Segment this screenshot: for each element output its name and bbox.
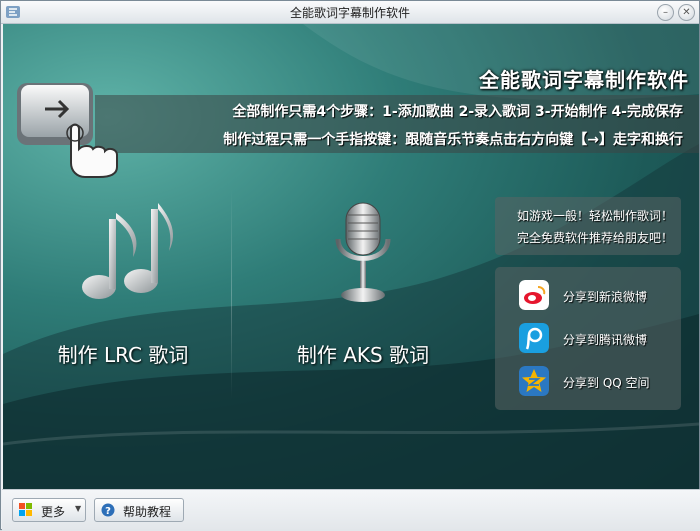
hint-text: 制作过程只需一个手指按键：跟随音乐节奏点击右方向键【→】走字和换行 (223, 132, 683, 148)
window-title: 全能歌词字幕制作软件 (289, 6, 410, 20)
microphone-icon (335, 202, 391, 302)
bottom-bar: 更多 ▼ ? 帮助教程 (2, 489, 700, 531)
make-aks-button[interactable]: 制作 AKS 歌词 (273, 199, 453, 389)
more-label: 更多 (41, 505, 66, 519)
main-panel: 全能歌词字幕制作软件 全部制作只需4个步骤：1-添加歌曲 2-录入歌词 3-开始… (3, 24, 699, 489)
tagline-box: 如游戏一般！轻松制作歌词！ 完全免费软件推荐给朋友吧！ (495, 197, 681, 255)
tagline-1: 如游戏一般！轻松制作歌词！ (516, 209, 673, 223)
app-window: 全能歌词字幕制作软件 – ✕ 全能歌词字幕制作软件 全部制作只需4个步骤：1-添… (0, 0, 700, 531)
make-aks-label: 制作 AKS 歌词 (296, 343, 430, 367)
svg-text:?: ? (105, 506, 111, 517)
make-lrc-button[interactable]: 制作 LRC 歌词 (33, 199, 213, 389)
qzone-icon (519, 366, 549, 396)
share-tencent-weibo[interactable]: 分享到腾讯微博 (519, 323, 669, 355)
section-divider (231, 189, 232, 399)
title-bar[interactable]: 全能歌词字幕制作软件 – ✕ (1, 1, 699, 24)
chevron-down-icon: ▼ (75, 504, 82, 513)
steps-text: 全部制作只需4个步骤：1-添加歌曲 2-录入歌词 3-开始制作 4-完成保存 (232, 104, 683, 120)
help-icon: ? (101, 503, 115, 517)
tencent-weibo-icon (519, 323, 549, 353)
make-lrc-label: 制作 LRC 歌词 (57, 343, 189, 367)
minimize-button[interactable]: – (657, 4, 674, 21)
share-qzone-label: 分享到 QQ 空间 (563, 376, 650, 390)
share-sina-weibo[interactable]: 分享到新浪微博 (519, 280, 669, 312)
more-button[interactable]: 更多 ▼ (12, 498, 86, 522)
windows-icon (19, 503, 32, 516)
help-button[interactable]: ? 帮助教程 (94, 498, 184, 522)
share-panel: 分享到新浪微博 分享到腾讯微博 分享到 QQ 空间 (495, 267, 681, 410)
tagline-2: 完全免费软件推荐给朋友吧！ (516, 231, 673, 245)
share-tencent-label: 分享到腾讯微博 (563, 333, 648, 347)
help-label: 帮助教程 (123, 505, 172, 519)
close-button[interactable]: ✕ (678, 4, 695, 21)
share-sina-label: 分享到新浪微博 (563, 290, 648, 304)
share-qzone[interactable]: 分享到 QQ 空间 (519, 366, 669, 398)
brand-title: 全能歌词字幕制作软件 (479, 68, 689, 92)
music-note-icon (82, 203, 173, 299)
weibo-icon (519, 280, 549, 310)
finger-icon (66, 123, 118, 178)
